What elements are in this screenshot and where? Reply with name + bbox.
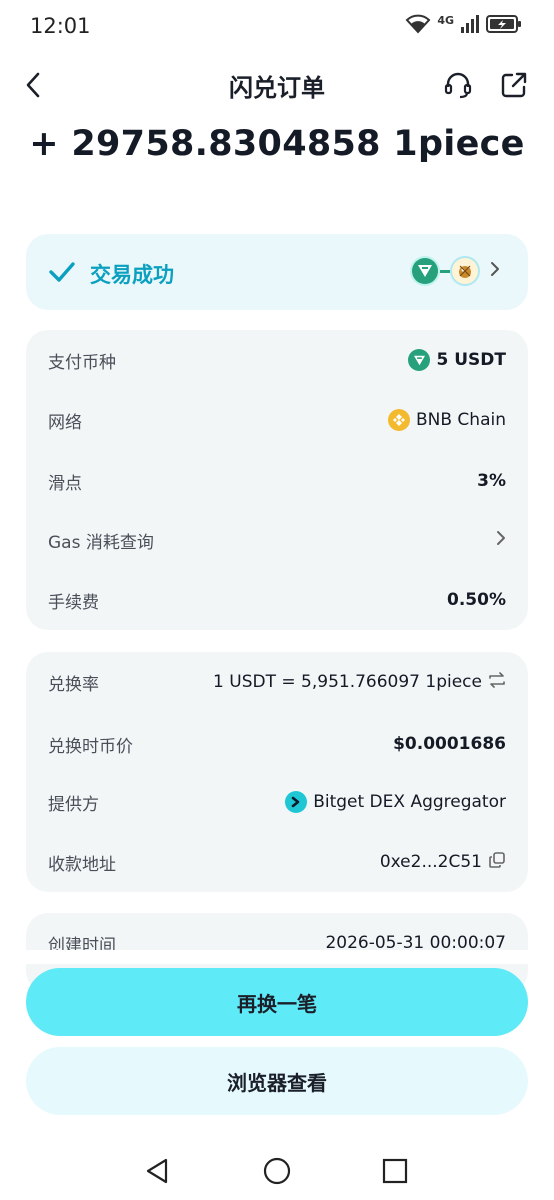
fee-row: 手续费 0.50% bbox=[48, 585, 506, 615]
row-label: 网络 bbox=[48, 412, 82, 433]
exchange-details-card: 兑换率 1 USDT = 5,951.766097 1piece 兑换时币价 $… bbox=[26, 652, 528, 892]
trade-status-text: 交易成功 bbox=[90, 263, 174, 287]
price-at-swap-row: 兑换时币价 $0.0001686 bbox=[48, 729, 506, 759]
status-time: 12:01 bbox=[30, 14, 91, 38]
swap-route bbox=[412, 258, 500, 284]
status-icons: 4G bbox=[405, 14, 522, 38]
row-label: 滑点 bbox=[48, 473, 82, 494]
share-button[interactable] bbox=[498, 69, 530, 101]
row-value: $0.0001686 bbox=[393, 734, 506, 754]
1piece-token-icon bbox=[452, 258, 478, 284]
row-value: BNB Chain bbox=[415, 410, 506, 430]
payment-details-card: 支付币种 5 USDT 网络 BNB Chain 滑点 3% Gas 消耗查询 … bbox=[26, 330, 528, 630]
receive-address-row: 收款地址 0xe2...2C51 bbox=[48, 847, 506, 877]
row-label: Gas 消耗查询 bbox=[48, 532, 154, 553]
provider-row: 提供方 Bitget DEX Aggregator bbox=[48, 787, 506, 817]
nav-bar: 闪兑订单 bbox=[0, 56, 554, 114]
row-label: 手续费 bbox=[48, 592, 99, 613]
wifi-icon bbox=[405, 14, 431, 38]
chevron-right-icon bbox=[490, 261, 500, 281]
chevron-right-icon bbox=[496, 530, 506, 550]
check-icon bbox=[48, 259, 76, 289]
scroll-fade bbox=[0, 950, 554, 964]
headset-icon bbox=[444, 72, 472, 99]
network-label: 4G bbox=[437, 13, 454, 27]
usdt-icon bbox=[412, 258, 438, 284]
row-label: 兑换率 bbox=[48, 674, 99, 695]
gas-query-row[interactable]: Gas 消耗查询 bbox=[48, 525, 506, 555]
network-row: 网络 BNB Chain bbox=[48, 405, 506, 435]
trade-status-card[interactable]: 交易成功 bbox=[26, 234, 528, 310]
row-value: Bitget DEX Aggregator bbox=[313, 792, 506, 812]
bitget-icon bbox=[285, 791, 308, 813]
support-button[interactable] bbox=[442, 69, 474, 101]
copy-icon[interactable] bbox=[488, 851, 506, 874]
row-label: 收款地址 bbox=[48, 854, 116, 875]
slippage-row: 滑点 3% bbox=[48, 466, 506, 496]
system-recents-icon[interactable] bbox=[380, 1156, 410, 1186]
swap-again-button[interactable]: 再换一笔 bbox=[26, 968, 528, 1036]
row-value: 5 USDT bbox=[436, 350, 506, 370]
share-icon bbox=[501, 72, 527, 98]
row-value: 1 USDT = 5,951.766097 1piece bbox=[213, 672, 482, 692]
received-amount: + 29758.8304858 1piece bbox=[29, 124, 525, 164]
row-value: 0.50% bbox=[447, 590, 506, 610]
view-in-explorer-button[interactable]: 浏览器查看 bbox=[26, 1047, 528, 1115]
pay-token-row: 支付币种 5 USDT bbox=[48, 345, 506, 375]
signal-icon bbox=[460, 14, 480, 38]
system-nav-bar bbox=[0, 1140, 554, 1200]
usdt-icon bbox=[408, 349, 431, 371]
status-bar: 12:01 4G bbox=[0, 0, 554, 56]
row-label: 提供方 bbox=[48, 794, 99, 815]
system-home-icon[interactable] bbox=[262, 1156, 292, 1186]
swap-icon[interactable] bbox=[488, 671, 506, 693]
row-label: 兑换时币价 bbox=[48, 736, 133, 757]
bnb-icon bbox=[387, 409, 410, 431]
row-value: 0xe2...2C51 bbox=[379, 852, 482, 872]
system-back-icon[interactable] bbox=[143, 1156, 173, 1186]
route-dash bbox=[440, 269, 450, 273]
battery-icon bbox=[486, 14, 522, 38]
row-value: 3% bbox=[477, 471, 506, 491]
exchange-rate-row[interactable]: 兑换率 1 USDT = 5,951.766097 1piece bbox=[48, 667, 506, 697]
row-label: 支付币种 bbox=[48, 352, 116, 373]
